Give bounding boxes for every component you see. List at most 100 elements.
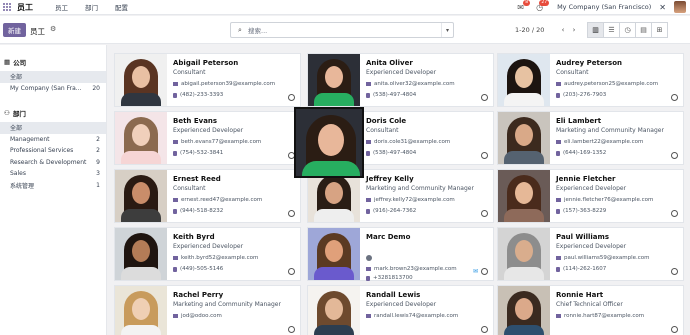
employee-name: Anita Oliver — [366, 59, 413, 67]
employee-phone: (203)-276-7903 — [556, 92, 606, 98]
department-filter-item[interactable]: Management 2 — [0, 134, 106, 146]
employee-phone: (449)-505-5146 — [173, 266, 223, 272]
employee-card[interactable]: Marc Demo mark.brown23@example.com +328181… — [307, 227, 494, 281]
employee-card[interactable]: Abigail Peterson Consultant abigail.peters… — [114, 53, 301, 107]
company-filter-item[interactable]: My Company (San Fra... 20 — [0, 83, 106, 95]
phone-icon — [556, 92, 560, 98]
activity-clock-icon[interactable] — [481, 326, 488, 333]
employee-card[interactable]: Beth Evans Experienced Developer beth.evan… — [114, 111, 301, 165]
department-filter-item[interactable]: 系统管理 1 — [0, 180, 106, 192]
pager-next-button[interactable]: › — [569, 24, 579, 36]
employee-name: Audrey Peterson — [556, 59, 622, 67]
employee-card[interactable]: Randall Lewis Experienced Developer randal… — [307, 285, 494, 335]
employee-job-title: Experienced Developer — [556, 185, 627, 192]
employee-photo — [308, 228, 360, 280]
menu-departments[interactable]: 部门 — [85, 2, 98, 12]
user-avatar[interactable] — [674, 1, 686, 13]
activities-badge: 27 — [539, 0, 550, 6]
employee-job-title: Consultant — [173, 185, 206, 192]
new-button[interactable]: 新建 — [3, 23, 26, 37]
employee-name: Eli Lambert — [556, 117, 602, 125]
messages-icon[interactable]: ✉ 8 — [515, 0, 531, 13]
activities-icon[interactable]: ◷ 27 — [534, 0, 550, 13]
employee-job-title: Experienced Developer — [556, 243, 627, 250]
activity-clock-icon[interactable] — [481, 152, 488, 159]
employee-card[interactable]: Paul Williams Experienced Developer paul.w… — [497, 227, 684, 281]
employee-card[interactable]: Rachel Perry Marketing and Community Mana… — [114, 285, 301, 335]
search-bar[interactable]: ⌕ 搜索... ▾ — [230, 22, 454, 38]
hover-photo-preview — [294, 107, 364, 178]
employee-job-title: Consultant — [366, 127, 399, 134]
activity-clock-icon[interactable] — [671, 152, 678, 159]
activity-clock-icon[interactable] — [288, 326, 295, 333]
search-icon: ⌕ — [238, 25, 242, 34]
employee-photo — [498, 54, 550, 106]
employee-job-title: Experienced Developer — [366, 301, 437, 308]
app-brand[interactable]: 员工 — [17, 2, 33, 13]
gear-icon[interactable]: ⚙ — [50, 25, 56, 33]
activity-clock-icon[interactable] — [671, 94, 678, 101]
activity-clock-icon[interactable] — [481, 268, 488, 275]
envelope-icon — [556, 198, 561, 202]
employee-name: Jennie Fletcher — [556, 175, 616, 183]
employee-phone: (114)-262-1607 — [556, 266, 606, 272]
phone-icon — [366, 92, 370, 98]
employee-job-title: Experienced Developer — [173, 243, 244, 250]
employee-card[interactable]: Ronnie Hart Chief Technical Officer ronnie… — [497, 285, 684, 335]
menu-configuration[interactable]: 配置 — [115, 2, 128, 12]
kanban-view-button[interactable]: ▥ — [587, 22, 604, 38]
employee-photo — [115, 228, 167, 280]
pager-value[interactable]: 1-20 / 20 — [515, 26, 544, 34]
envelope-icon — [366, 82, 371, 86]
activity-clock-icon[interactable] — [288, 210, 295, 217]
employee-card[interactable]: Anita Oliver Experienced Developer anita.o… — [307, 53, 494, 107]
pager-previous-button[interactable]: ‹ — [558, 24, 568, 36]
employee-photo — [115, 170, 167, 222]
phone-icon — [556, 208, 560, 214]
activity-clock-icon[interactable] — [671, 326, 678, 333]
phone-icon — [173, 266, 177, 272]
search-input[interactable]: 搜索... — [248, 25, 441, 35]
company-filter-all[interactable]: 全部 — [0, 71, 106, 83]
activity-view-button[interactable]: ◷ — [619, 22, 636, 38]
department-filter-item[interactable]: Sales 3 — [0, 168, 106, 180]
activity-clock-icon[interactable] — [671, 268, 678, 275]
top-navbar: 员工 员工 部门 配置 ✉ 8 ◷ 27 My Company (San Franc… — [0, 0, 690, 15]
graph-view-button[interactable]: ▤ — [635, 22, 652, 38]
employee-email: abigail.peterson39@example.com — [173, 81, 275, 87]
department-filter-item[interactable]: Professional Services 2 — [0, 145, 106, 157]
search-options-toggle[interactable]: ▾ — [441, 23, 453, 37]
activity-clock-icon[interactable] — [481, 94, 488, 101]
employee-card[interactable]: Audrey Peterson Consultant audrey.peterson… — [497, 53, 684, 107]
employee-card[interactable]: Jennie Fletcher Experienced Developer jenn… — [497, 169, 684, 223]
employee-job-title: Marketing and Community Manager — [173, 301, 281, 308]
app-menu-icon[interactable] — [2, 2, 12, 12]
activity-clock-icon[interactable] — [288, 268, 295, 275]
activity-clock-icon[interactable] — [288, 94, 295, 101]
department-filter-item[interactable]: Research & Development 9 — [0, 157, 106, 169]
activity-clock-icon[interactable] — [481, 210, 488, 217]
list-view-button[interactable]: ☰ — [603, 22, 620, 38]
chat-icon[interactable]: ✉ — [473, 268, 478, 275]
debug-icon[interactable]: ✕ — [659, 3, 666, 12]
employee-card[interactable]: Keith Byrd Experienced Developer keith.byr… — [114, 227, 301, 281]
envelope-icon — [366, 198, 371, 202]
envelope-icon — [173, 198, 178, 202]
company-switcher[interactable]: My Company (San Francisco) — [557, 3, 651, 11]
activity-clock-icon[interactable] — [671, 210, 678, 217]
department-filter-all[interactable]: 全部 — [0, 122, 106, 134]
employee-name: Ronnie Hart — [556, 291, 604, 299]
employee-email: doris.cole31@example.com — [366, 139, 450, 145]
messages-badge: 8 — [523, 0, 531, 6]
employee-email: anita.oliver32@example.com — [366, 81, 455, 87]
phone-icon — [173, 208, 177, 214]
menu-employees[interactable]: 员工 — [55, 2, 68, 12]
employee-card[interactable]: Eli Lambert Marketing and Community Manag… — [497, 111, 684, 165]
employee-name: Paul Williams — [556, 233, 609, 241]
employee-email: mark.brown23@example.com — [366, 266, 457, 272]
employee-name: Randall Lewis — [366, 291, 421, 299]
employee-card[interactable]: Ernest Reed Consultant ernest.reed47@examp… — [114, 169, 301, 223]
employee-photo — [115, 112, 167, 164]
hierarchy-view-button[interactable]: ⊞ — [651, 22, 668, 38]
employee-name: Keith Byrd — [173, 233, 215, 241]
